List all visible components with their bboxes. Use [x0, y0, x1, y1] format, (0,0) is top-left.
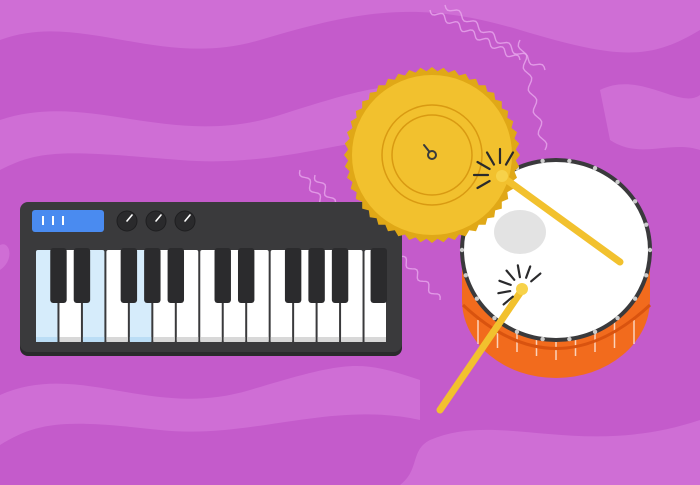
white-key-edge: [223, 337, 246, 342]
display-mark: [42, 216, 44, 225]
white-key-edge: [129, 337, 152, 342]
white-key-edge: [36, 337, 58, 342]
rim-bolt: [514, 329, 520, 335]
white-key-edge: [364, 337, 386, 342]
rim-bolt: [647, 247, 653, 253]
white-key-edge: [59, 337, 81, 342]
rim-bolt: [540, 336, 545, 342]
rim-bolt: [592, 329, 598, 335]
display-mark: [62, 216, 64, 225]
rim-bolt: [463, 273, 469, 278]
black-key: [167, 248, 185, 303]
music-scene: [0, 0, 700, 485]
display-mark: [52, 216, 54, 225]
rim-bolt: [643, 222, 649, 227]
white-key-edge: [153, 337, 175, 342]
black-key: [370, 248, 387, 303]
rim-bolt: [492, 315, 497, 321]
black-key: [284, 248, 302, 303]
knobs: [116, 210, 196, 232]
rim-bolt: [632, 296, 638, 301]
drum-head-highlight: [494, 210, 546, 254]
black-key: [237, 248, 255, 303]
black-key: [120, 248, 138, 303]
white-key-edge: [270, 337, 293, 342]
rim-bolt: [459, 247, 465, 253]
black-key: [73, 248, 91, 303]
white-key-edge: [294, 337, 316, 342]
drum-stick-upper-tip: [496, 170, 508, 182]
black-key: [331, 248, 349, 303]
black-key: [308, 248, 325, 303]
rim-bolt: [567, 158, 572, 164]
keyboard: [20, 202, 402, 356]
rim-bolt: [643, 273, 649, 278]
rim-bolt: [632, 199, 638, 204]
scene-canvas: [0, 0, 700, 485]
white-key-edge: [341, 337, 363, 342]
rim-bolt: [567, 336, 572, 342]
white-key-edge: [176, 337, 199, 342]
white-key-edge: [106, 337, 128, 342]
white-key-edge: [247, 337, 269, 342]
white-key-edge: [200, 337, 222, 342]
rim-bolt: [474, 296, 480, 301]
cymbal-bell: [427, 150, 437, 160]
rim-bolt: [615, 179, 620, 185]
black-key: [144, 248, 161, 303]
black-key: [50, 248, 67, 303]
rim-bolt: [540, 158, 545, 164]
white-key-edge: [317, 337, 340, 342]
cymbal-icon: [344, 67, 520, 243]
black-key: [214, 248, 231, 303]
drum-stick-lower-tip: [516, 283, 528, 295]
white-key-edge: [82, 337, 105, 342]
rim-bolt: [615, 315, 620, 321]
rim-bolt: [592, 165, 598, 171]
